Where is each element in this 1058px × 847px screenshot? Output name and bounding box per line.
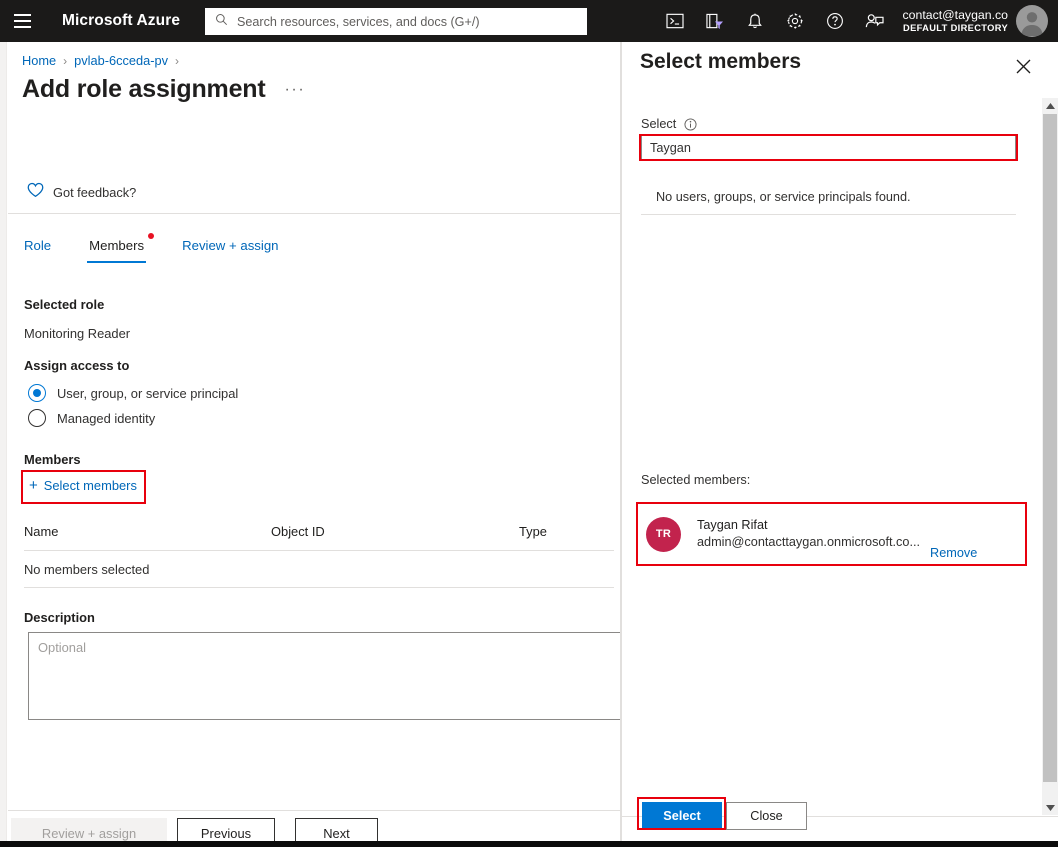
member-avatar: TR <box>646 516 681 552</box>
feedback-person-icon[interactable] <box>855 0 895 42</box>
tab-review-assign-label: Review + assign <box>182 238 279 253</box>
account-email: contact@taygan.co <box>902 8 1008 23</box>
top-bar-icon-group: contact@taygan.co DEFAULT DIRECTORY <box>655 0 1058 42</box>
selected-role-label: Selected role <box>24 297 105 312</box>
selected-role-value: Monitoring Reader <box>24 326 131 341</box>
select-field-label: Select <box>641 117 677 131</box>
member-name: Taygan Rifat <box>697 518 768 533</box>
divider <box>8 213 620 214</box>
plus-icon: + <box>29 477 38 494</box>
footer-divider <box>8 810 620 811</box>
avatar[interactable] <box>1016 5 1048 37</box>
radio-user-group-service-principal[interactable]: User, group, or service principal <box>28 384 238 402</box>
select-members-button[interactable]: + Select members <box>29 478 137 493</box>
breadcrumb-chevron-icon: › <box>63 53 68 68</box>
radio-managed-identity[interactable]: Managed identity <box>28 409 155 427</box>
account-directory: DEFAULT DIRECTORY <box>903 22 1008 33</box>
select-members-label: Select members <box>43 478 137 493</box>
column-header-type[interactable]: Type <box>519 524 614 539</box>
search-input[interactable] <box>235 13 579 30</box>
notifications-bell-icon[interactable] <box>735 0 775 42</box>
tab-members[interactable]: Members <box>87 233 155 263</box>
breadcrumb-chevron-icon: › <box>175 53 180 68</box>
members-table: Name Object ID Type No members selected <box>24 524 614 588</box>
breadcrumb-home[interactable]: Home <box>22 53 56 68</box>
radio-button-icon[interactable] <box>28 384 46 402</box>
remove-member-button[interactable]: Remove <box>930 546 977 560</box>
panel-vertical-scrollbar[interactable] <box>1042 98 1058 815</box>
panel-title: Select members <box>640 50 802 73</box>
member-email: admin@contacttaygan.onmicrosoft.co... <box>697 535 921 549</box>
search-icon <box>215 13 228 31</box>
select-field-label-row: Select <box>641 117 697 131</box>
info-icon[interactable] <box>684 117 697 131</box>
member-info: Taygan Rifat admin@contacttaygan.onmicro… <box>697 517 920 551</box>
assign-access-to-label: Assign access to <box>24 358 130 373</box>
table-row: No members selected <box>24 551 614 587</box>
no-results-text: No users, groups, or service principals … <box>656 190 911 204</box>
azure-brand-label[interactable]: Microsoft Azure <box>44 12 194 30</box>
column-header-object-id[interactable]: Object ID <box>271 524 519 539</box>
table-divider <box>24 587 614 588</box>
selected-member-item: TR Taygan Rifat admin@contacttaygan.onmi… <box>646 505 1021 563</box>
page-title: Add role assignment <box>22 75 266 103</box>
account-text: contact@taygan.co DEFAULT DIRECTORY <box>903 8 1008 33</box>
radio-user-group-label: User, group, or service principal <box>57 385 239 401</box>
panel-close-button[interactable]: Close <box>726 802 807 830</box>
scroll-down-arrow-icon[interactable] <box>1042 800 1058 815</box>
tab-role[interactable]: Role <box>22 234 53 263</box>
column-header-name[interactable]: Name <box>24 524 271 539</box>
panel-select-button[interactable]: Select <box>642 802 722 830</box>
got-feedback-label: Got feedback? <box>53 185 137 200</box>
panel-scrollbar-thumb[interactable] <box>1043 114 1057 782</box>
members-table-header: Name Object ID Type <box>24 524 614 550</box>
blade-left-rail <box>0 42 7 847</box>
directory-filter-icon[interactable] <box>695 0 735 42</box>
members-section-label: Members <box>24 452 81 467</box>
azure-portal-window: Microsoft Azure Search resources, servic… <box>0 0 1058 847</box>
settings-gear-icon[interactable] <box>775 0 815 42</box>
tab-members-label: Members <box>89 238 145 253</box>
tab-review-assign[interactable]: Review + assign <box>180 234 280 263</box>
more-options-icon[interactable]: ··· <box>284 81 305 99</box>
close-icon[interactable] <box>1012 55 1034 77</box>
tab-members-required-dot-icon <box>148 233 155 239</box>
account-menu[interactable]: contact@taygan.co DEFAULT DIRECTORY <box>895 0 1058 42</box>
divider <box>641 214 1016 215</box>
top-navigation-bar: Microsoft Azure Search resources, servic… <box>0 0 1058 42</box>
empty-state-text: No members selected <box>24 561 150 577</box>
description-input[interactable] <box>28 632 620 720</box>
scroll-up-arrow-icon[interactable] <box>1042 98 1058 113</box>
cloud-shell-icon[interactable] <box>655 0 695 42</box>
radio-managed-identity-label: Managed identity <box>57 410 156 426</box>
window-bottom-edge <box>0 841 1058 847</box>
tab-role-label: Role <box>24 238 52 253</box>
breadcrumb-resource[interactable]: pvlab-6cceda-pv <box>74 53 168 68</box>
wizard-tabs: Role Members Review + assign <box>22 233 314 263</box>
breadcrumb: Home › pvlab-6cceda-pv › <box>22 53 186 68</box>
member-search-input[interactable] <box>641 135 1016 161</box>
heart-icon <box>27 182 44 203</box>
selected-members-label: Selected members: <box>641 473 751 487</box>
add-role-assignment-blade: Home › pvlab-6cceda-pv › Add role assign… <box>0 42 621 847</box>
global-search-box[interactable] <box>205 8 587 35</box>
select-members-panel: Select members Select No users, groups, … <box>621 42 1058 847</box>
hamburger-icon[interactable] <box>0 0 44 42</box>
description-label: Description <box>24 610 95 625</box>
radio-button-icon[interactable] <box>28 409 46 427</box>
help-question-icon[interactable] <box>815 0 855 42</box>
got-feedback-button[interactable]: Got feedback? <box>27 182 136 203</box>
page-title-row: Add role assignment ··· <box>22 75 305 104</box>
